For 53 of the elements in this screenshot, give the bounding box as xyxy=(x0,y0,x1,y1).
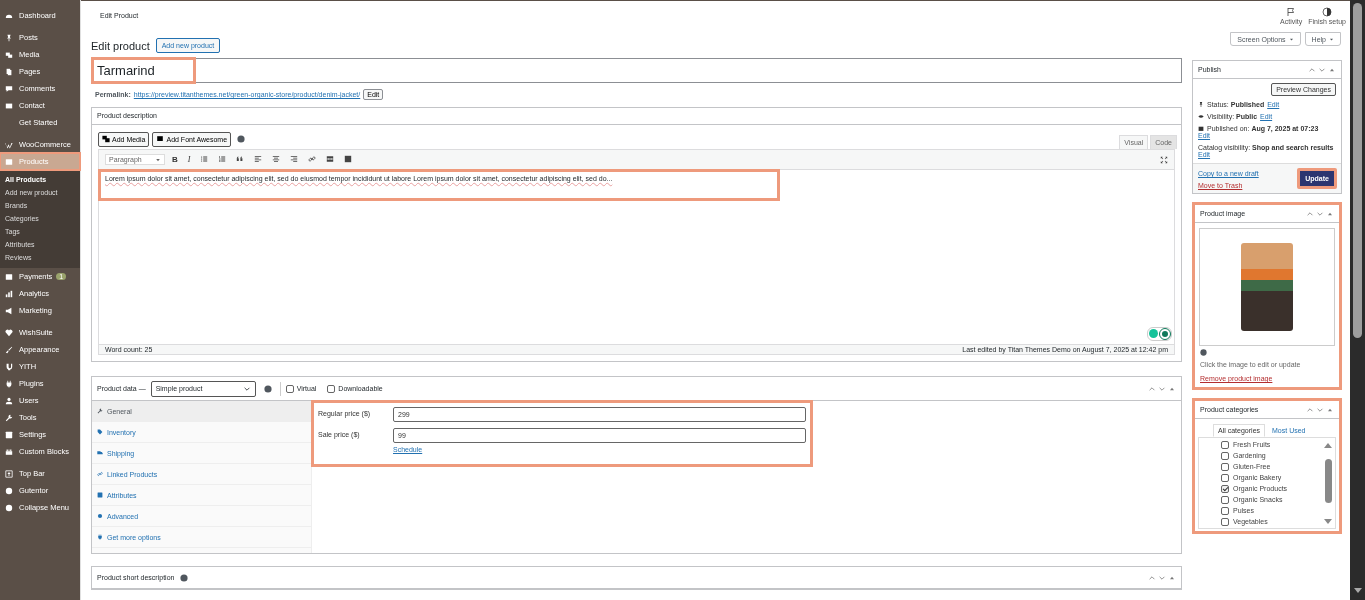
speech-bubble-icon xyxy=(5,84,13,93)
chevron-up-icon[interactable] xyxy=(1306,405,1314,414)
grammarly-widget[interactable] xyxy=(1147,327,1172,341)
heart-icon xyxy=(5,328,13,337)
fullscreen-icon[interactable] xyxy=(1160,155,1168,164)
user-icon xyxy=(5,396,13,405)
page-scrollbar[interactable] xyxy=(1350,0,1365,600)
brush-icon xyxy=(5,345,13,354)
photos-icon xyxy=(5,50,13,59)
image-frame[interactable] xyxy=(1199,228,1335,346)
photos-icon xyxy=(102,135,110,143)
chevron-up-icon[interactable] xyxy=(1148,573,1156,582)
help-icon xyxy=(263,384,272,393)
eye-icon xyxy=(1198,113,1204,120)
toolbar-toggle-icon[interactable] xyxy=(344,154,353,163)
g-logo-icon xyxy=(1160,329,1170,339)
title-field[interactable]: Tarmarind xyxy=(91,58,1182,83)
align-center-icon[interactable] xyxy=(272,154,281,163)
link-icon[interactable] xyxy=(308,154,317,163)
quote-icon[interactable] xyxy=(236,154,245,163)
block-icon xyxy=(5,447,13,456)
bold-button[interactable]: B xyxy=(169,155,181,164)
chevron-up-icon[interactable] xyxy=(1148,384,1156,393)
page-heading: Edit product xyxy=(91,39,150,52)
help-icon xyxy=(237,135,246,143)
help-icon xyxy=(180,573,189,582)
read-more-icon[interactable] xyxy=(326,154,335,163)
chevron-up-icon[interactable] xyxy=(1308,65,1316,74)
pin-icon xyxy=(1198,101,1204,108)
caret-icon xyxy=(1329,36,1334,42)
chevron-up-icon[interactable] xyxy=(1306,209,1314,218)
italic-button[interactable]: I xyxy=(184,155,194,164)
caret-icon xyxy=(155,156,161,163)
table-icon xyxy=(97,492,103,498)
bar-chart-icon xyxy=(5,289,13,298)
title-text: Tarmarind xyxy=(92,58,195,83)
align-left-icon[interactable] xyxy=(254,154,263,163)
w-logo-icon xyxy=(5,140,13,149)
pages-icon xyxy=(5,67,13,76)
wrench-icon xyxy=(97,408,103,414)
help-icon xyxy=(1200,349,1207,356)
megaphone-icon xyxy=(5,306,13,315)
tag-icon xyxy=(97,429,103,435)
half-circle-icon xyxy=(1322,6,1333,17)
align-right-icon[interactable] xyxy=(290,154,299,163)
link-icon xyxy=(97,471,103,477)
truck-icon xyxy=(97,450,103,456)
wrench-icon xyxy=(5,413,13,422)
box-icon xyxy=(5,157,13,166)
envelope-icon xyxy=(5,101,13,110)
lightbulb-icon xyxy=(1149,329,1158,338)
up-arrow-box-icon xyxy=(5,469,13,478)
caret-icon xyxy=(1288,36,1294,42)
